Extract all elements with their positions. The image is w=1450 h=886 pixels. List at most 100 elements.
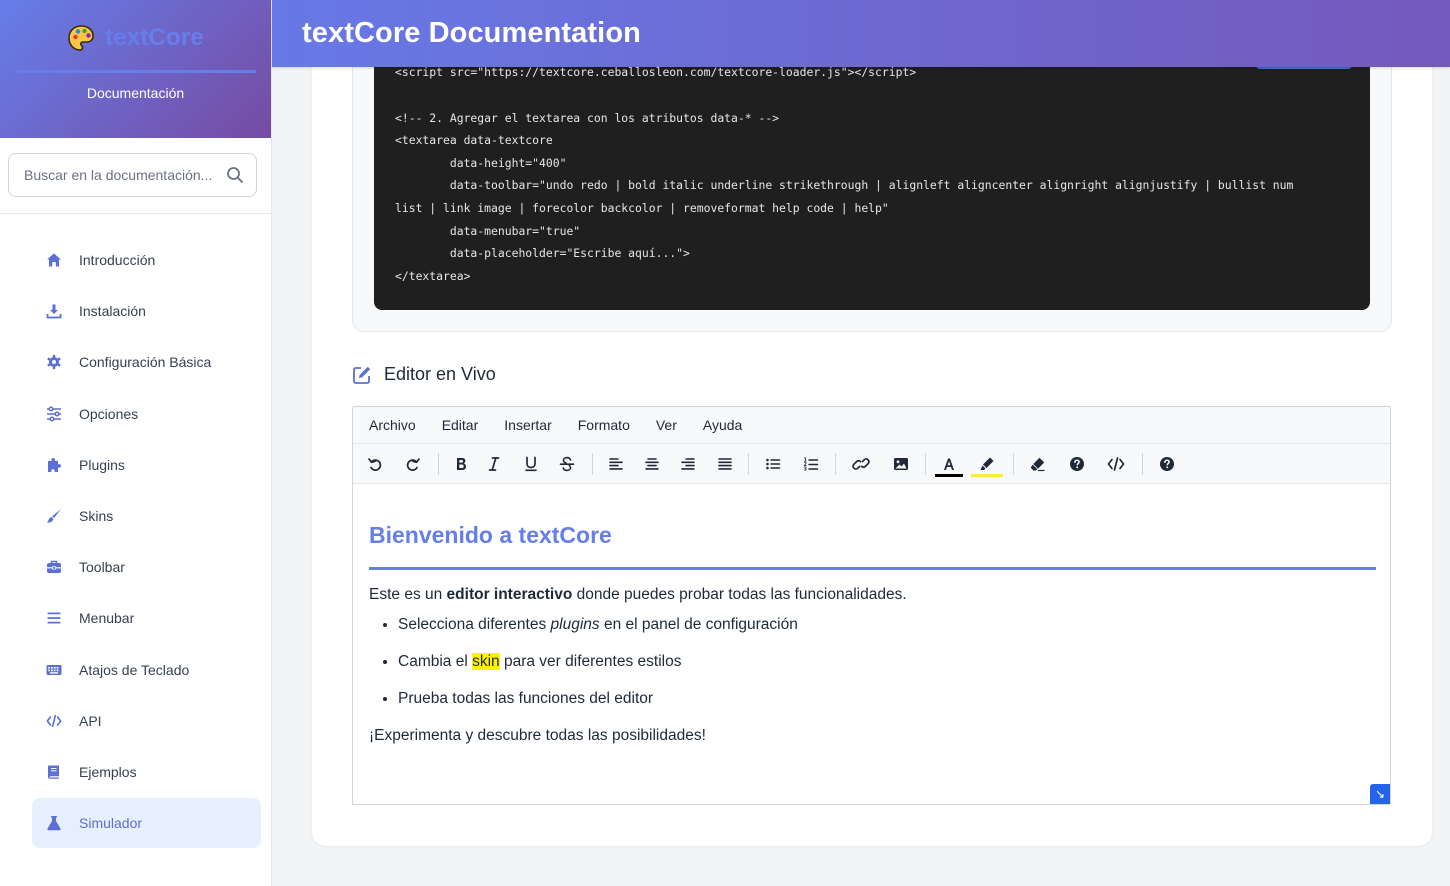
menu-formato[interactable]: Formato — [578, 417, 630, 433]
search-input[interactable] — [24, 167, 226, 183]
code-line: list | link image | forecolor backcolor … — [395, 201, 889, 215]
highlight-icon[interactable] — [976, 454, 998, 474]
code-line: data-toolbar="undo redo | bold italic un… — [395, 178, 1294, 192]
resize-handle-icon[interactable]: ↘ — [1370, 784, 1390, 804]
sidebar-item-introduccion[interactable]: Introducción — [32, 235, 261, 285]
italic-icon[interactable] — [483, 454, 505, 474]
section-title: Editor en Vivo — [352, 364, 496, 385]
sidebar-nav: Introducción Instalación Configuración B… — [0, 214, 271, 849]
numbered-list-icon[interactable]: 123 — [800, 454, 822, 474]
page-header: textCore Documentation — [272, 0, 1450, 67]
menu-icon — [46, 610, 62, 626]
bold-text: editor interactivo — [446, 586, 573, 603]
underline-icon[interactable] — [520, 454, 542, 474]
search-icon[interactable] — [226, 166, 244, 184]
text-color-indicator — [935, 474, 963, 477]
sidebar-item-configuracion[interactable]: Configuración Básica — [32, 337, 261, 387]
menu-insertar[interactable]: Insertar — [504, 417, 551, 433]
search-area — [0, 138, 271, 214]
bold-icon[interactable] — [450, 454, 472, 474]
sidebar-item-label: Simulador — [79, 815, 143, 832]
rich-text-editor: Archivo Editar Insertar Formato Ver Ayud… — [352, 406, 1391, 805]
help-icon[interactable] — [1156, 454, 1178, 474]
text-span: Selecciona diferentes — [398, 616, 551, 633]
sidebar-item-menubar[interactable]: Menubar — [32, 593, 261, 643]
align-center-icon[interactable] — [641, 454, 663, 474]
home-icon — [46, 252, 62, 268]
gear-icon — [46, 354, 62, 370]
sidebar-item-opciones[interactable]: Opciones — [32, 389, 261, 439]
brand-divider — [15, 70, 256, 73]
menu-editar[interactable]: Editar — [442, 417, 479, 433]
editor-bullet-list: Selecciona diferentes plugins en el pane… — [398, 616, 1376, 708]
sidebar-item-label: Atajos de Teclado — [79, 661, 190, 678]
align-left-icon[interactable] — [605, 454, 627, 474]
download-icon — [46, 303, 62, 319]
text-span: Este es un — [369, 586, 447, 603]
redo-icon[interactable] — [402, 454, 424, 474]
undo-icon[interactable] — [364, 454, 386, 474]
sidebar-item-skins[interactable]: Skins — [32, 491, 261, 541]
align-justify-icon[interactable] — [714, 454, 736, 474]
text-span: Cambia el — [398, 653, 473, 670]
code-line: </textarea> — [395, 269, 471, 283]
text-span: para ver diferentes estilos — [499, 653, 682, 670]
sidebar-item-label: Skins — [79, 507, 114, 524]
sliders-icon — [46, 406, 62, 422]
toolbox-icon — [46, 559, 62, 575]
sidebar-item-ejemplos[interactable]: Ejemplos — [32, 747, 261, 797]
code-line: <textarea data-textcore — [395, 133, 553, 147]
source-code-icon[interactable] — [1105, 454, 1127, 474]
page-title: textCore Documentation — [302, 17, 641, 49]
help-circle-icon[interactable] — [1066, 454, 1088, 474]
sidebar-item-instalacion[interactable]: Instalación — [32, 286, 261, 336]
sidebar-item-label: Toolbar — [79, 559, 125, 576]
sidebar-item-toolbar[interactable]: Toolbar — [32, 542, 261, 592]
brush-icon — [46, 508, 62, 524]
text-span: donde puedes probar todas las funcionali… — [572, 586, 907, 603]
toolbar-separator — [835, 453, 836, 475]
list-item: Prueba todas las funciones del editor — [398, 690, 1376, 708]
text-color-icon[interactable] — [938, 454, 960, 474]
keyboard-icon — [46, 662, 62, 678]
palette-icon — [68, 25, 94, 51]
highlight-color-indicator — [971, 474, 1003, 477]
code-line: data-menubar="true" — [395, 224, 581, 238]
sidebar-item-api[interactable]: API — [32, 696, 261, 746]
brand-subtitle: Documentación — [86, 85, 185, 101]
menu-ver[interactable]: Ver — [656, 417, 677, 433]
menu-archivo[interactable]: Archivo — [369, 417, 416, 433]
menu-ayuda[interactable]: Ayuda — [703, 417, 742, 433]
link-icon[interactable] — [850, 454, 872, 474]
editor-toolbar: 123 — [353, 444, 1390, 484]
flask-icon — [46, 815, 62, 831]
toolbar-separator — [1013, 453, 1014, 475]
strikethrough-icon[interactable] — [556, 454, 578, 474]
section-title-text: Editor en Vivo — [384, 364, 496, 384]
brand[interactable]: textCore — [0, 22, 271, 54]
eraser-icon[interactable] — [1027, 454, 1049, 474]
code-line: data-height="400" — [395, 156, 567, 170]
editor-paragraph: Este es un editor interactivo donde pued… — [369, 586, 1376, 604]
sidebar-item-simulador[interactable]: Simulador — [32, 798, 261, 849]
edit-icon — [353, 366, 371, 384]
sidebar-item-label: Plugins — [79, 456, 125, 473]
image-icon[interactable] — [890, 454, 912, 474]
sidebar-item-atajos[interactable]: Atajos de Teclado — [32, 645, 261, 695]
editor-menubar: Archivo Editar Insertar Formato Ver Ayud… — [353, 407, 1390, 444]
toolbar-separator — [748, 453, 749, 475]
align-right-icon[interactable] — [677, 454, 699, 474]
sidebar-item-label: Menubar — [79, 610, 135, 627]
sidebar-header: textCore Documentación — [0, 0, 271, 138]
editor-content[interactable]: Bienvenido a textCore Este es un editor … — [369, 522, 1376, 745]
search-box[interactable] — [8, 153, 257, 197]
code-line: data-placeholder="Escribe aquí..."> — [395, 246, 690, 260]
sidebar-item-plugins[interactable]: Plugins — [32, 440, 261, 490]
puzzle-icon — [46, 457, 62, 473]
list-item: Selecciona diferentes plugins en el pane… — [398, 616, 1376, 634]
code-line: <script src="https://textcore.ceballosle… — [395, 65, 917, 79]
sidebar-item-label: API — [79, 712, 102, 729]
highlighted-text: skin — [472, 653, 500, 670]
sidebar-item-label: Ejemplos — [79, 763, 137, 780]
bullet-list-icon[interactable] — [762, 454, 784, 474]
